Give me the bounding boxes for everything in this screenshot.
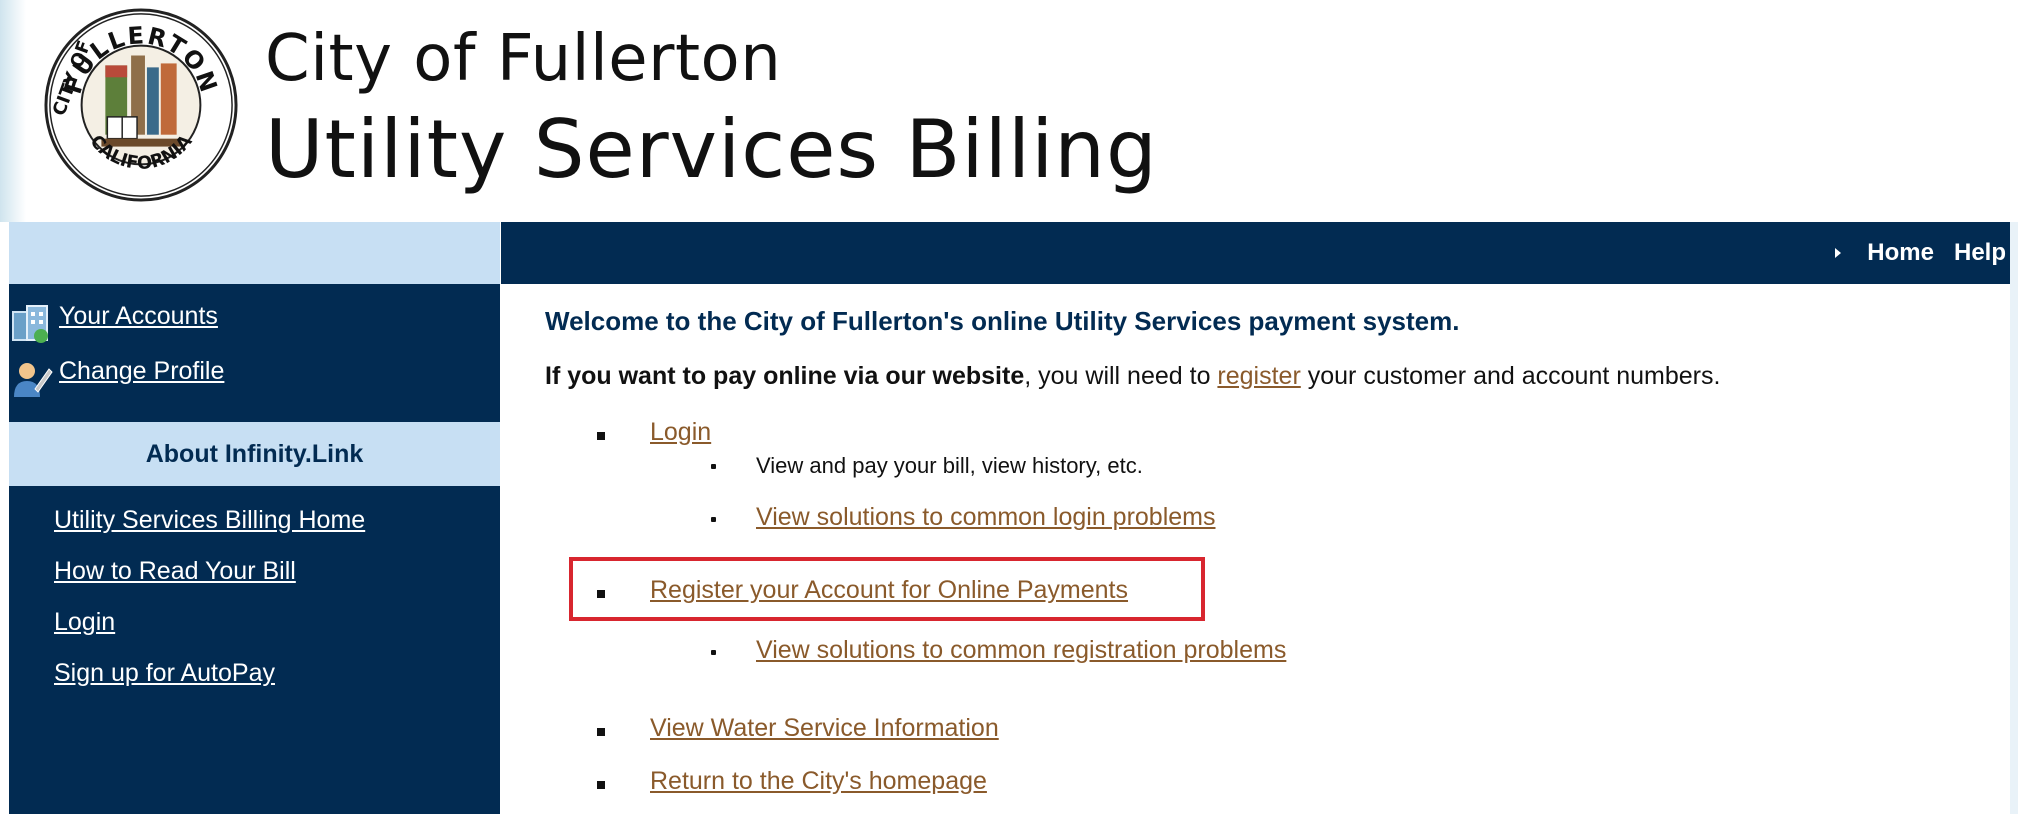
top-navigation-bar: Home Help bbox=[501, 222, 2010, 284]
top-nav-links: Home Help bbox=[1835, 222, 2006, 284]
nav-home-link[interactable]: Home bbox=[1867, 239, 1934, 267]
bullet-square bbox=[597, 590, 605, 598]
login-problems-link[interactable]: View solutions to common login problems bbox=[756, 503, 1216, 532]
nav-help-link[interactable]: Help bbox=[1954, 239, 2006, 267]
registration-problems-link[interactable]: View solutions to common registration pr… bbox=[756, 636, 1286, 665]
main-content: Welcome to the City of Fullerton's onlin… bbox=[501, 284, 2010, 814]
site-title-line2: Utility Services Billing bbox=[265, 103, 1158, 196]
intro-mid-text: , you will need to bbox=[1024, 362, 1218, 390]
bullet-dot bbox=[711, 650, 716, 655]
login-link[interactable]: Login bbox=[650, 418, 711, 447]
city-seal-logo: FULLERTON CALIFORNIA CITY OF bbox=[44, 8, 238, 202]
bullet-dot bbox=[711, 517, 716, 522]
how-to-read-bill-link[interactable]: How to Read Your Bill bbox=[54, 557, 296, 586]
nav-arrow-icon bbox=[1835, 248, 1842, 258]
your-accounts-link[interactable]: Your Accounts bbox=[59, 302, 218, 331]
change-profile-link[interactable]: Change Profile bbox=[59, 357, 224, 386]
left-gradient bbox=[0, 0, 26, 222]
right-edge bbox=[2010, 222, 2018, 814]
page-header: FULLERTON CALIFORNIA CITY OF City of Ful… bbox=[0, 0, 2018, 222]
about-section-header: About Infinity.Link bbox=[9, 422, 500, 486]
profile-icon bbox=[14, 363, 53, 397]
bullet-square bbox=[597, 432, 605, 440]
bullet-square bbox=[597, 781, 605, 789]
sidebar-top-band bbox=[9, 222, 500, 284]
register-inline-link[interactable]: register bbox=[1217, 362, 1300, 390]
site-title-line1: City of Fullerton bbox=[265, 22, 782, 96]
intro-end-text: your customer and account numbers. bbox=[1300, 362, 1721, 390]
intro-text: If you want to pay online via our websit… bbox=[545, 362, 1720, 391]
bullet-dot bbox=[711, 464, 716, 469]
intro-bold-text: If you want to pay online via our websit… bbox=[545, 362, 1025, 390]
sidebar: Your Accounts Change Profile About Infin… bbox=[9, 284, 500, 814]
welcome-heading: Welcome to the City of Fullerton's onlin… bbox=[545, 306, 1460, 336]
sidebar-login-link[interactable]: Login bbox=[54, 608, 115, 637]
register-account-link[interactable]: Register your Account for Online Payment… bbox=[650, 576, 1128, 605]
utility-billing-home-link[interactable]: Utility Services Billing Home bbox=[54, 506, 365, 535]
autopay-signup-link[interactable]: Sign up for AutoPay bbox=[54, 659, 275, 688]
bullet-square bbox=[597, 728, 605, 736]
water-service-link[interactable]: View Water Service Information bbox=[650, 714, 999, 743]
city-homepage-link[interactable]: Return to the City's homepage bbox=[650, 767, 987, 796]
login-description: View and pay your bill, view history, et… bbox=[756, 453, 1143, 478]
accounts-icon bbox=[12, 305, 48, 343]
